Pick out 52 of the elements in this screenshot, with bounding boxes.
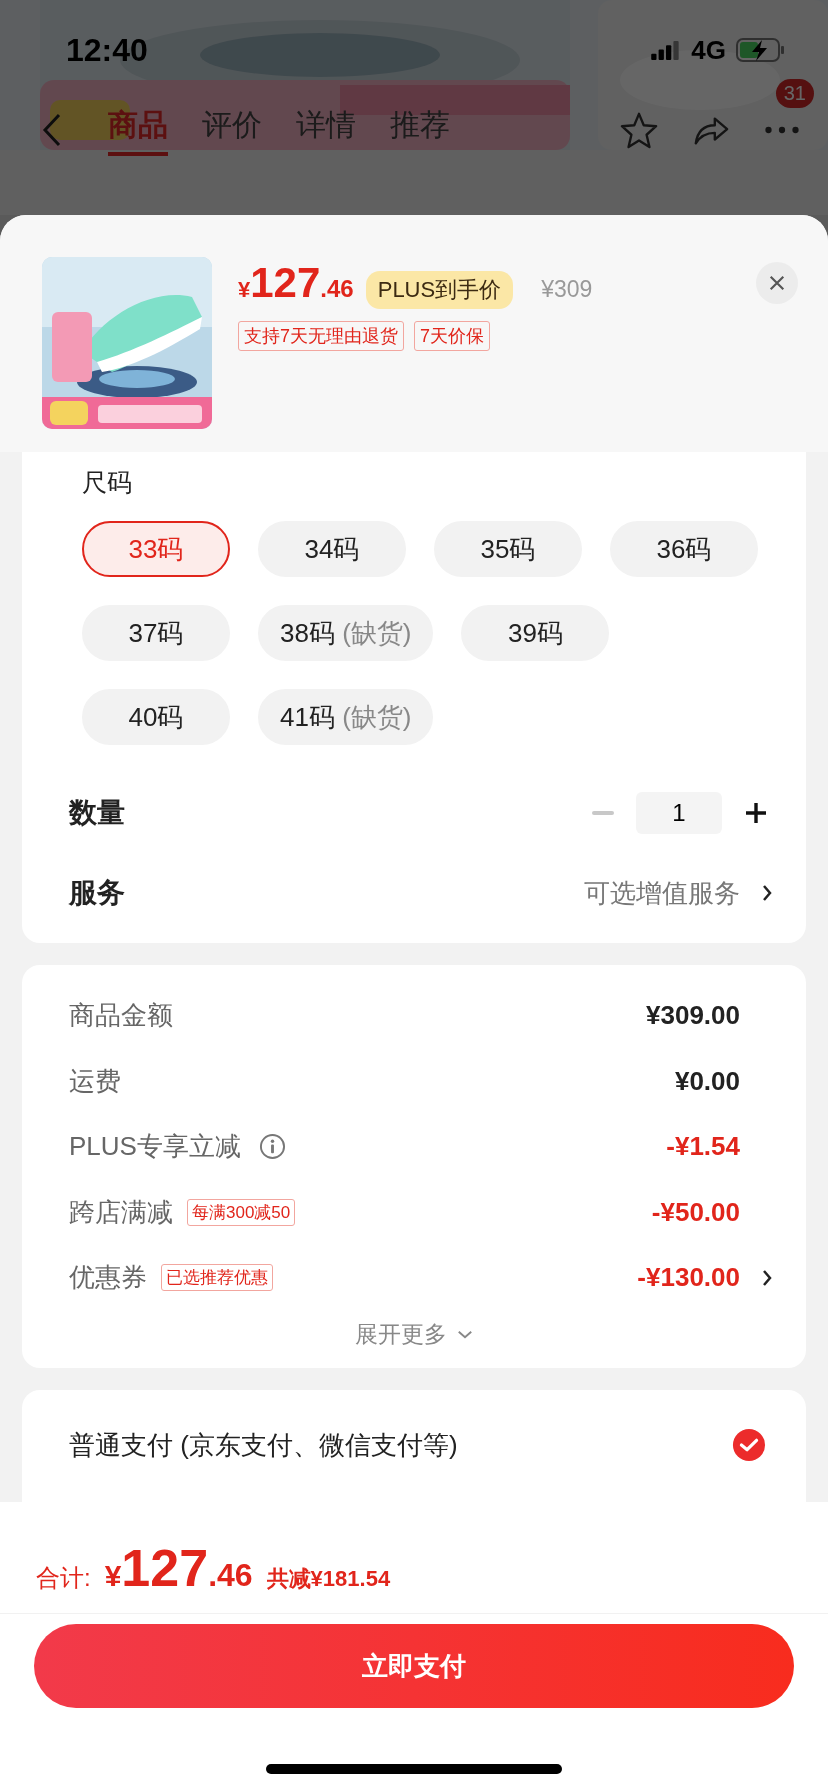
summary-label: 商品金额 [69,999,173,1033]
summary-value: ¥0.00 [674,1065,740,1097]
size-option[interactable]: 41码 (缺货) [258,689,434,745]
size-option[interactable]: 39码 [461,605,610,661]
summary-label: PLUS专享立减 [69,1130,241,1164]
status-time: 12:40 [66,31,148,69]
service-tag: 支持7天无理由退货 [238,321,404,351]
service-label: 服务 [69,876,125,910]
info-icon[interactable] [258,1133,286,1161]
total-label: 合计: [36,1563,91,1593]
size-option[interactable]: 34码 [258,521,406,577]
battery-icon [736,38,786,62]
discount-tag: 每满300减50 [187,1198,296,1226]
summary-value: -¥130.00 [637,1262,740,1294]
plus-icon[interactable] [744,801,768,825]
section-label: 尺码 [82,467,133,498]
size-option[interactable]: 37码 [82,605,230,661]
service-tag: 7天价保 [414,321,491,351]
quantity-label: 数量 [69,796,125,830]
summary-label: 优惠券 [69,1261,147,1295]
chevron-right-icon[interactable] [762,884,772,902]
size-option[interactable]: 40码 [82,689,230,745]
summary-label: 运费 [69,1064,121,1098]
price-label-badge: PLUS到手价 [365,271,514,309]
summary-value: -¥1.54 [666,1131,740,1163]
payment-option[interactable]: 普通支付 (京东支付、微信支付等) [69,1427,458,1463]
chevron-right-icon[interactable] [762,1268,772,1287]
close-icon[interactable] [768,274,786,292]
total-price: ¥127.46 [104,1538,253,1598]
chevron-down-icon[interactable] [457,1329,473,1339]
summary-value: -¥50.00 [651,1196,740,1228]
original-price: ¥309 [541,276,593,303]
discount-tag: 已选推荐优惠 [161,1264,273,1292]
size-option[interactable]: 35码 [434,521,582,577]
service-option-link[interactable]: 可选增值服务 [584,875,740,911]
summary-label: 跨店满减 [69,1195,173,1229]
back-icon[interactable] [42,113,62,147]
expand-more-link[interactable]: 展开更多 [355,1318,473,1350]
pay-button[interactable]: 立即支付 [34,1624,794,1708]
size-option[interactable]: 38码 (缺货) [258,605,434,661]
close-button[interactable] [756,262,798,304]
more-icon[interactable] [764,125,800,135]
checked-icon[interactable] [732,1427,766,1462]
price-text: ¥127.46 [238,259,354,307]
savings-text: 共减¥181.54 [266,1565,391,1593]
summary-value: ¥309.00 [646,1000,740,1032]
size-option[interactable]: 36码 [610,521,758,577]
network-label: 4G [691,34,726,66]
star-icon[interactable] [620,111,658,149]
signal-icon [651,40,682,60]
size-option[interactable]: 33码 [82,521,230,577]
quantity-field[interactable]: 1 [636,792,722,834]
